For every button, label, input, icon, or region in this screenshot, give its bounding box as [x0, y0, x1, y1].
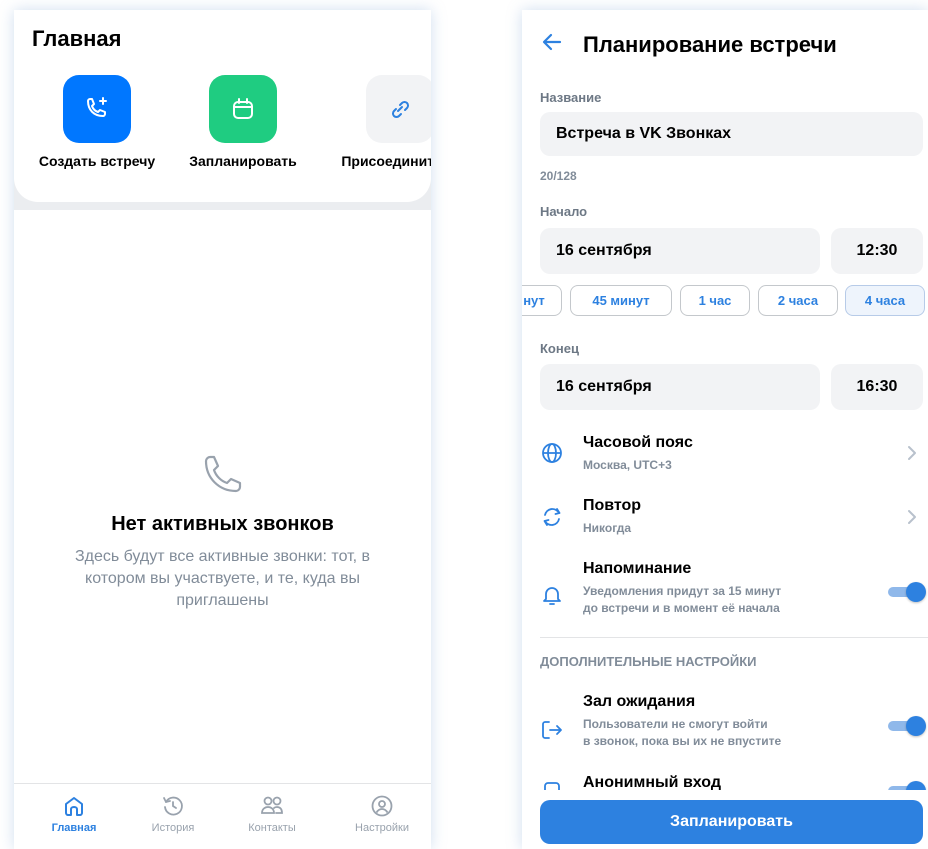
schedule-action[interactable]: Запланировать — [173, 75, 313, 169]
reminder-title: Напоминание — [583, 560, 692, 577]
bell-icon — [543, 587, 561, 605]
duration-chip-label: 2 часа — [777, 293, 819, 308]
join-button[interactable] — [366, 75, 431, 143]
schedule-label: Запланировать — [189, 153, 297, 169]
enter-icon — [542, 721, 562, 739]
end-label: Конец — [540, 341, 579, 356]
duration-chip-label: 45 минут — [592, 293, 650, 308]
end-time-field[interactable]: 16:30 — [831, 364, 923, 410]
schedule-submit-button[interactable]: Запланировать — [540, 800, 923, 844]
additional-settings-header: ДОПОЛНИТЕЛЬНЫЕ НАСТРОЙКИ — [540, 654, 757, 669]
bottom-tab-bar: Главная История Контакты Настройки — [14, 783, 431, 849]
start-time-value: 12:30 — [856, 242, 898, 259]
waiting-room-line1: Пользователи не смогут войти — [583, 717, 768, 731]
contacts-icon — [261, 796, 283, 814]
toggle-knob — [906, 716, 926, 736]
divider — [540, 637, 928, 638]
empty-state-title: Нет активных звонков — [111, 513, 334, 535]
tab-contacts-label: Контакты — [248, 822, 296, 834]
repeat-value: Никогда — [583, 521, 632, 535]
tab-contacts[interactable]: Контакты — [222, 794, 322, 834]
tab-history-label: История — [151, 822, 195, 834]
end-time-value: 16:30 — [856, 378, 898, 395]
duration-chip-1h[interactable]: 1 час — [680, 285, 750, 316]
end-date-field[interactable]: 16 сентября — [540, 364, 820, 410]
waiting-room-line2: в звонок, пока вы их не впустите — [583, 734, 782, 748]
phone-plus-icon — [87, 97, 107, 117]
meeting-name-value: Встреча в VK Звонках — [556, 125, 732, 142]
reminder-toggle[interactable] — [888, 582, 926, 602]
waiting-room-title: Зал ожидания — [583, 693, 696, 710]
tab-home-label: Главная — [51, 822, 97, 834]
start-date-field[interactable]: 16 сентября — [540, 228, 820, 274]
calendar-icon — [233, 98, 253, 119]
tab-settings[interactable]: Настройки — [332, 794, 431, 834]
reminder-line2: до встречи и в момент её начала — [583, 601, 780, 615]
name-char-counter: 20/128 — [540, 169, 577, 183]
home-icon — [65, 797, 83, 816]
waiting-room-toggle[interactable] — [888, 716, 926, 736]
link-icon — [391, 100, 410, 119]
schedule-meeting-screen: Планирование встречи Название Встреча в … — [522, 10, 928, 849]
name-label: Название — [540, 90, 602, 105]
start-time-field[interactable]: 12:30 — [831, 228, 923, 274]
create-meeting-action[interactable]: Создать встречу — [27, 75, 167, 169]
duration-chip-label: 4 часа — [864, 293, 906, 308]
create-meeting-label: Создать встречу — [38, 153, 156, 169]
reminder-line1: Уведомления придут за 15 минут — [583, 584, 782, 598]
page-title: Планирование встречи — [583, 32, 837, 57]
back-arrow-icon[interactable] — [540, 30, 564, 54]
chevron-right-icon — [908, 446, 916, 460]
toggle-knob — [906, 582, 926, 602]
join-label: Присоединиться — [341, 153, 431, 169]
tab-history[interactable]: История — [123, 794, 223, 834]
chevron-right-icon — [908, 510, 916, 524]
page-title: Главная — [32, 26, 122, 51]
settings-icon — [371, 795, 393, 817]
duration-chip-partial[interactable]: нут — [522, 285, 562, 316]
tab-settings-label: Настройки — [355, 822, 409, 834]
duration-chip-label: нут — [523, 293, 545, 308]
home-screen: Главная Создать встречу Запланировать Пр… — [14, 10, 431, 849]
start-label: Начало — [540, 204, 588, 219]
globe-icon — [542, 443, 562, 463]
end-date-value: 16 сентября — [556, 378, 652, 395]
repeat-title: Повтор — [583, 497, 642, 514]
history-icon — [163, 796, 183, 816]
timezone-title: Часовой пояс — [583, 434, 693, 451]
duration-chip-2h[interactable]: 2 часа — [758, 285, 838, 316]
timezone-value: Москва, UTC+3 — [583, 458, 672, 472]
meeting-name-input[interactable]: Встреча в VK Звонках — [540, 112, 923, 156]
duration-chip-45m[interactable]: 45 минут — [570, 285, 672, 316]
join-action[interactable]: Присоединиться — [330, 75, 431, 169]
create-meeting-button[interactable] — [63, 75, 131, 143]
repeat-icon — [543, 508, 561, 526]
duration-chip-4h[interactable]: 4 часа — [845, 285, 925, 316]
phone-icon — [204, 455, 242, 493]
duration-chip-label: 1 час — [698, 293, 732, 308]
schedule-button[interactable] — [209, 75, 277, 143]
empty-state-text: Здесь будут все активные звонки: тот, в … — [74, 548, 371, 609]
start-date-value: 16 сентября — [556, 242, 652, 259]
tab-home[interactable]: Главная — [24, 794, 124, 834]
home-actions-card: Главная Создать встречу Запланировать Пр… — [14, 10, 431, 202]
